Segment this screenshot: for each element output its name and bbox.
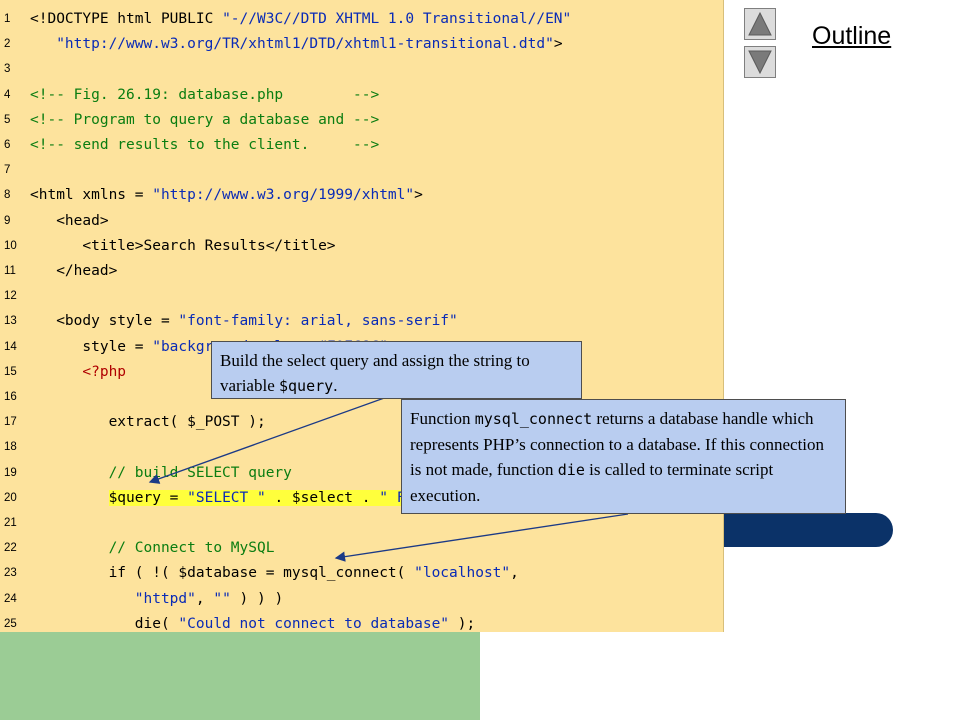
callout1-text: Build the select query and assign the st… [220, 351, 530, 395]
callout2-code-mysql-connect: mysql_connect [474, 410, 593, 428]
callout2-code-die: die [557, 461, 585, 479]
callout-mysql-connect: Function mysql_connect returns a databas… [401, 399, 846, 514]
callout2-text: Function [410, 409, 475, 428]
callout1-code: $query [279, 377, 334, 395]
callout-build-query: Build the select query and assign the st… [211, 341, 582, 399]
callout1-text-end: . [333, 376, 338, 395]
callout2-arrow [334, 513, 629, 562]
callout1-arrow [148, 395, 391, 484]
